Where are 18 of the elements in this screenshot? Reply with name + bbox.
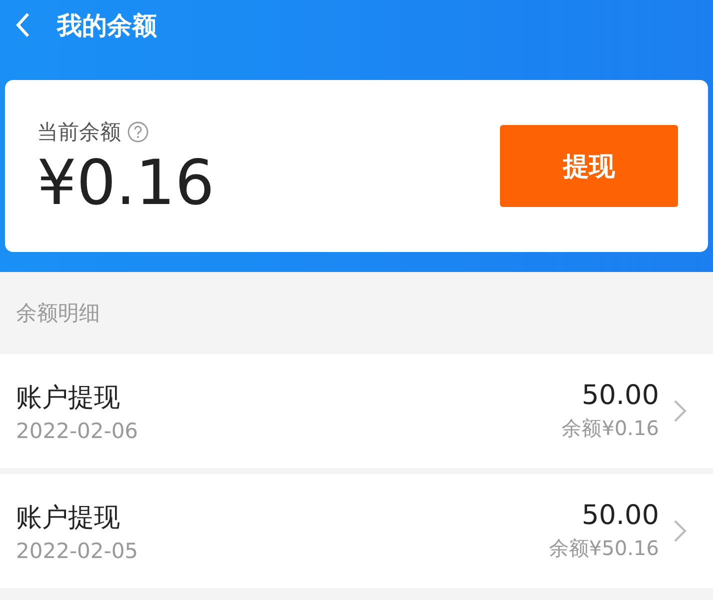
record-balance: 余额¥50.16: [549, 535, 659, 562]
page-title: 我的余额: [57, 10, 157, 42]
record-title: 账户提现: [16, 382, 121, 414]
section-title: 余额明细: [15, 300, 101, 327]
balance-label: 当前余额: [37, 119, 121, 146]
record-balance: 余额¥0.16: [562, 415, 659, 442]
record-amount: 50.00: [582, 500, 659, 531]
record-amount: 50.00: [582, 380, 659, 411]
back-icon[interactable]: [15, 12, 31, 38]
balance-amount: ¥0.16: [37, 152, 214, 214]
chevron-right-icon: [673, 519, 687, 543]
record-row[interactable]: 账户提现 2022-02-05 50.00 余额¥50.16: [0, 474, 713, 588]
chevron-right-icon: [673, 399, 687, 423]
record-row[interactable]: 账户提现 2022-02-06 50.00 余额¥0.16: [0, 354, 713, 468]
help-icon[interactable]: [127, 121, 149, 143]
record-date: 2022-02-06: [16, 418, 138, 442]
record-date: 2022-02-05: [16, 538, 138, 562]
record-title: 账户提现: [16, 502, 121, 534]
